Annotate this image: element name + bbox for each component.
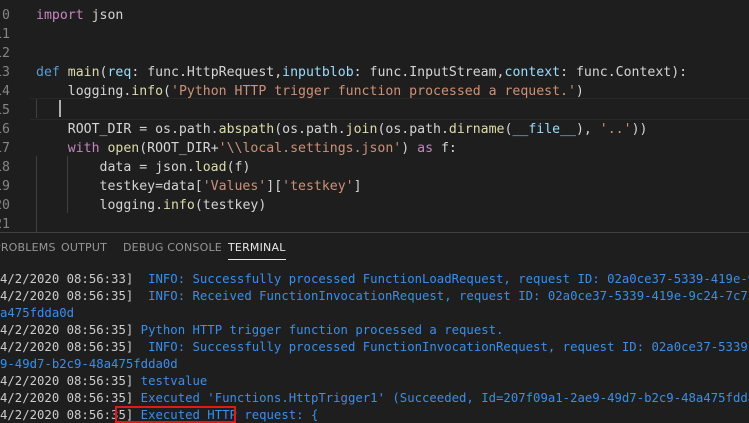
log-message: a475fdda0d [0,306,75,320]
tab-debug-console[interactable]: DEBUG CONSOLE [123,233,222,263]
terminal-line: 9-49d7-b2c9-48a475fdda0d [0,356,749,373]
terminal-line: 4/2/2020 08:56:35] INFO: Received Functi… [0,288,749,305]
terminal-output[interactable]: 4/2/2020 08:56:33] INFO: Successfully pr… [0,269,749,423]
code-text: logging.info('Python HTTP trigger functi… [36,84,584,99]
panel-tabs: PROBLEMS OUTPUT DEBUG CONSOLE TERMINAL [0,233,749,263]
code-line: 13def main(req: func.HttpRequest,inputbl… [0,65,688,80]
code-line: 18 data = json.load(f) [0,160,251,175]
code-text: def main(req: func.HttpRequest,inputblob… [36,65,688,80]
log-timestamp: 4/2/2020 08:56:33] [0,272,141,286]
code-line: 15 [0,103,10,118]
terminal-line: 4/2/2020 08:56:33] INFO: Successfully pr… [0,271,749,288]
terminal-line: 4/2/2020 08:56:35] Python HTTP trigger f… [0,322,749,339]
log-message: Executed 'Functions.HttpTrigger1' (Succe… [140,391,749,405]
log-message: INFO: Successfully processed FunctionLoa… [140,272,749,286]
log-timestamp: 4/2/2020 08:56:35] [0,391,141,405]
code-line: 21 [0,217,10,232]
code-text: with open(ROOT_DIR+'\\local.settings.jso… [67,141,457,156]
testvalue-highlight-box [115,406,236,423]
code-line: 0 import json [2,8,124,23]
code-line: 19 testkey=data['Values']['testkey'] [0,179,362,194]
terminal-line: 4/2/2020 08:56:35] testvalue [0,373,749,390]
log-message: INFO: Successfully processed FunctionInv… [140,340,749,354]
tab-problems[interactable]: PROBLEMS [0,233,56,263]
code-text: testkey=data['Values']['testkey'] [36,179,362,194]
tab-terminal[interactable]: TERMINAL [228,233,286,263]
code-text: data = json.load(f) [36,160,251,175]
log-message: Python HTTP trigger function processed a… [140,323,504,337]
log-message: INFO: Received FunctionInvocationRequest… [140,289,749,303]
code-line: 20 logging.info(testkey) [0,198,267,213]
log-timestamp: 4/2/2020 08:56:35] [0,323,141,337]
log-timestamp: 4/2/2020 08:56:35] [0,374,141,388]
code-line: 14 logging.info('Python HTTP trigger fun… [0,84,584,99]
code-text: logging.info(testkey) [36,198,267,213]
code-text: ROOT_DIR = os.path.abspath(os.path.join(… [36,122,648,137]
terminal-line: 4/2/2020 08:56:35] Executed 'Functions.H… [0,390,749,407]
tab-output[interactable]: OUTPUT [61,233,107,263]
code-line: 12 [0,46,10,61]
bottom-panel: PROBLEMS OUTPUT DEBUG CONSOLE TERMINAL 4… [0,232,749,423]
log-message: 9-49d7-b2c9-48a475fdda0d [0,357,178,371]
terminal-line: 4/2/2020 08:56:35] INFO: Successfully pr… [0,339,749,356]
code-text: import json [36,8,124,23]
code-line: 16 ROOT_DIR = os.path.abspath(os.path.jo… [0,122,648,137]
log-timestamp: 4/2/2020 08:56:35] [0,289,141,303]
code-line: 17 with open(ROOT_DIR+'\\local.settings.… [0,141,457,156]
terminal-line: 4/2/2020 08:56:35] Executed HTTP request… [0,407,749,423]
log-message: testvalue [140,374,208,388]
log-timestamp: 4/2/2020 08:56:35] [0,340,141,354]
code-editor[interactable]: 0import json 11 12 13def main(req: func.Htt… [0,0,749,232]
code-line: 11 [0,27,10,42]
terminal-line: a475fdda0d [0,305,749,322]
